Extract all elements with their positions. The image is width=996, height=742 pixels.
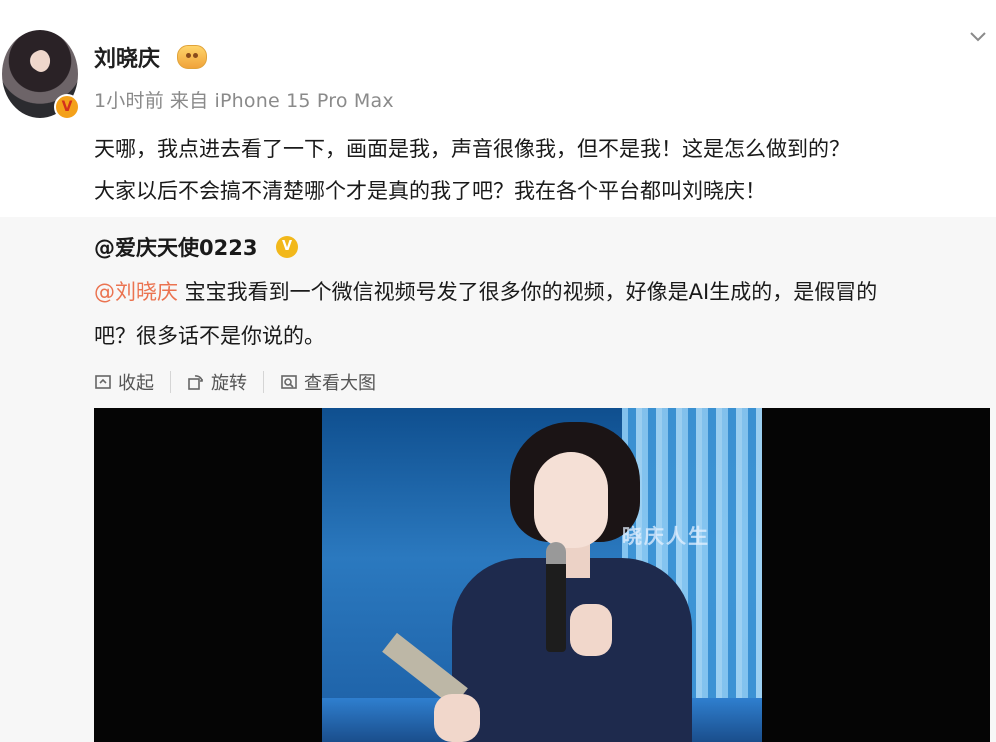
video-frame: 晓庆人生 xyxy=(322,408,762,742)
collapse-button[interactable]: 收起 xyxy=(94,369,154,395)
username[interactable]: 刘晓庆 xyxy=(94,41,160,73)
person-body xyxy=(452,558,692,742)
post-text: 天哪，我点进去看了一下，画面是我，声音很像我，但不是我！这是怎么做到的？ 大家以… xyxy=(94,128,989,212)
media-actions: 收起 旋转 查看大图 xyxy=(94,368,376,396)
divider xyxy=(263,371,264,393)
microphone xyxy=(546,542,566,652)
avatar-face xyxy=(32,50,50,72)
post-text-line: 天哪，我点进去看了一下，画面是我，声音很像我，但不是我！这是怎么做到的？ xyxy=(94,137,850,161)
post-text-line: 大家以后不会搞不清楚哪个才是真的我了吧？我在各个平台都叫刘晓庆！ xyxy=(94,179,766,203)
collapse-icon xyxy=(95,375,111,389)
repost-text-line: 吧？很多话不是你说的。 xyxy=(94,324,325,348)
view-large-icon xyxy=(281,375,297,389)
rotate-icon xyxy=(188,375,203,390)
post-source: 来自 iPhone 15 Pro Max xyxy=(169,90,394,112)
person-face xyxy=(534,452,608,548)
weibo-post: V 刘晓庆 1小时前 来自 iPhone 15 Pro Max 天哪，我点进去看了… xyxy=(0,0,996,742)
chevron-down-icon[interactable] xyxy=(969,28,987,46)
view-large-button[interactable]: 查看大图 xyxy=(280,369,376,395)
rotate-button[interactable]: 旋转 xyxy=(187,369,247,395)
verified-icon: V xyxy=(276,236,298,258)
repost-author[interactable]: @爱庆天使0223 xyxy=(94,232,257,262)
member-badge-icon[interactable] xyxy=(177,45,207,69)
repost-text-line: @刘晓庆 宝宝我看到一个微信视频号发了很多你的视频，好像是AI生成的，是假冒的 xyxy=(94,270,984,314)
verified-icon: V xyxy=(54,94,80,120)
post-time[interactable]: 1小时前 xyxy=(94,90,164,112)
video-watermark: 晓庆人生 xyxy=(622,524,710,548)
post-meta: 1小时前 来自 iPhone 15 Pro Max xyxy=(94,86,400,113)
person-hand xyxy=(434,694,480,742)
mention-link[interactable]: @刘晓庆 xyxy=(94,280,178,304)
repost-text: @刘晓庆 宝宝我看到一个微信视频号发了很多你的视频，好像是AI生成的，是假冒的 … xyxy=(94,270,984,358)
divider xyxy=(170,371,171,393)
avatar[interactable]: V xyxy=(2,30,80,120)
repost-text-segment: 宝宝我看到一个微信视频号发了很多你的视频，好像是AI生成的，是假冒的 xyxy=(178,280,878,304)
person-hand xyxy=(570,604,612,656)
view-large-label: 查看大图 xyxy=(304,373,376,394)
rotate-label: 旋转 xyxy=(211,373,247,394)
collapse-label: 收起 xyxy=(118,373,154,394)
post-image[interactable]: 晓庆人生 xyxy=(94,408,990,742)
